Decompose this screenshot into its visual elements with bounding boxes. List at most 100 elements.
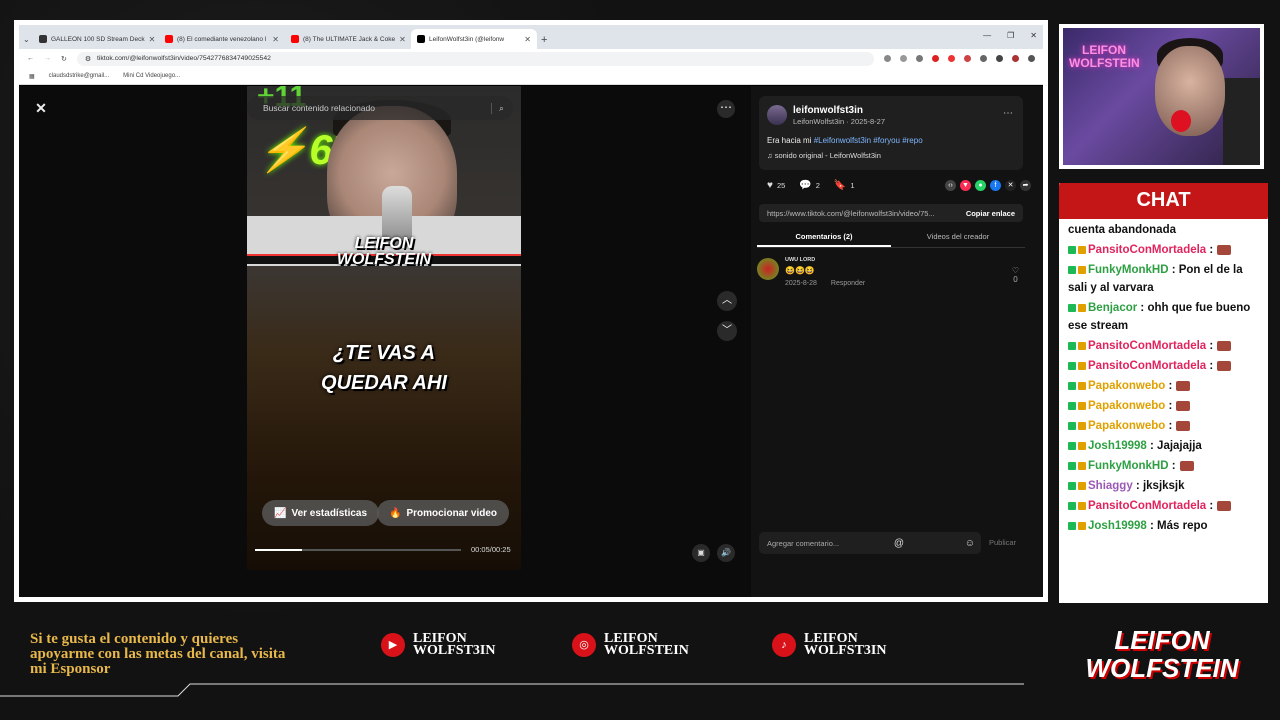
facebook-icon[interactable]: f bbox=[990, 180, 1001, 191]
minimize-icon[interactable]: — bbox=[983, 31, 991, 40]
chat-message: Josh19998 : Jajajajja bbox=[1068, 437, 1264, 455]
chat-username[interactable]: FunkyMonkHD bbox=[1088, 264, 1169, 276]
like-count: 25 bbox=[776, 181, 786, 190]
close-tab-icon[interactable]: ✕ bbox=[272, 35, 279, 44]
forward-icon[interactable]: → bbox=[44, 55, 51, 62]
more-options-icon[interactable]: ⋯ bbox=[717, 100, 735, 118]
pip-icon[interactable]: ▣ bbox=[692, 544, 710, 562]
commenter-name[interactable]: UWU LORD bbox=[785, 257, 815, 263]
chat-username[interactable]: Josh19998 bbox=[1088, 440, 1147, 452]
author-username[interactable]: leifonwolfst3in bbox=[793, 105, 863, 116]
commenter-avatar[interactable] bbox=[757, 258, 779, 280]
browser-tab-active[interactable]: LeifonWolfst3in (@leifonw ✕ bbox=[411, 29, 537, 49]
browser-tab[interactable]: (8) The ULTIMATE Jack & Coke ✕ bbox=[285, 29, 411, 49]
social-name: LEIFON WOLFST3IN bbox=[413, 632, 495, 658]
post-more-icon[interactable]: ⋯ bbox=[1003, 108, 1013, 119]
chat-badge-icon bbox=[1078, 401, 1086, 410]
copy-link-button[interactable]: Copiar enlace bbox=[966, 209, 1015, 218]
video-progress-bar[interactable] bbox=[255, 549, 461, 551]
sponsor-text: Si te gusta el contenido y quieres apoya… bbox=[30, 631, 286, 677]
gmail-extension-icon[interactable] bbox=[964, 55, 971, 62]
related-search-input[interactable]: Buscar contenido relacionado ⌕ bbox=[247, 96, 513, 120]
extension-icon[interactable] bbox=[932, 55, 939, 62]
browser-tab[interactable]: (8) El comediante venezolano l ✕ bbox=[159, 29, 285, 49]
bookmark-star-icon[interactable] bbox=[900, 55, 907, 62]
desc-text: Era hacia mi bbox=[767, 136, 814, 145]
url-field[interactable]: ⚙ tiktok.com/@leifonwolfst3in/video/75427… bbox=[76, 51, 874, 66]
chat-username[interactable]: Papakonwebo bbox=[1088, 420, 1165, 432]
menu-dots-icon[interactable] bbox=[1028, 55, 1035, 62]
volume-icon[interactable]: 🔊 bbox=[717, 544, 735, 562]
chat-username[interactable]: PansitoConMortadela bbox=[1088, 360, 1206, 372]
bookmark-item[interactable]: Mini Cd Videojuego... bbox=[123, 73, 180, 79]
reload-icon[interactable]: ↻ bbox=[61, 55, 67, 63]
chat-username[interactable]: PansitoConMortadela bbox=[1088, 340, 1206, 352]
puzzle-icon[interactable] bbox=[980, 55, 987, 62]
youtube-icon: ▶ bbox=[381, 633, 405, 657]
new-tab-button[interactable]: + bbox=[541, 34, 547, 46]
chat-username[interactable]: PansitoConMortadela bbox=[1088, 244, 1206, 256]
back-icon[interactable]: ← bbox=[27, 55, 34, 62]
extension-icon[interactable] bbox=[916, 55, 923, 62]
x-twitter-icon[interactable]: ✕ bbox=[1005, 180, 1016, 191]
emoji-icon[interactable]: ☺ bbox=[965, 538, 975, 549]
tab-comments[interactable]: Comentarios (2) bbox=[757, 226, 891, 247]
chat-username[interactable]: Shiaggy bbox=[1088, 480, 1133, 492]
add-comment-input[interactable]: Agregar comentario... @ ☺ bbox=[759, 532, 981, 554]
tab-search-icon[interactable]: ⌄ bbox=[23, 35, 33, 44]
comment-tabs: Comentarios (2) Videos del creador bbox=[757, 226, 1025, 248]
previous-video-button[interactable]: ︿ bbox=[717, 291, 737, 311]
publish-button[interactable]: Publicar bbox=[989, 538, 1016, 547]
sound-link[interactable]: ♫ sonido original - LeifonWolfst3in bbox=[767, 151, 881, 160]
author-avatar[interactable] bbox=[767, 105, 787, 125]
repost-icon[interactable]: ▼ bbox=[960, 180, 971, 191]
apps-grid-icon[interactable]: ▦ bbox=[29, 73, 35, 80]
profile-avatar[interactable] bbox=[1012, 55, 1019, 62]
view-stats-button[interactable]: 📈 Ver estadísticas bbox=[262, 500, 380, 526]
chat-username[interactable]: Benjacor bbox=[1088, 302, 1137, 314]
comment-button[interactable]: 💬 2 bbox=[799, 180, 820, 191]
chat-username[interactable]: Papakonwebo bbox=[1088, 380, 1165, 392]
tab-creator-videos[interactable]: Videos del creador bbox=[891, 226, 1025, 247]
site-info-icon[interactable]: ⚙ bbox=[85, 55, 91, 63]
chat-username[interactable]: Josh19998 bbox=[1088, 520, 1147, 532]
logo-line: WOLFSTEIN bbox=[1085, 653, 1239, 683]
close-tab-icon[interactable]: ✕ bbox=[399, 35, 406, 44]
chat-username[interactable]: Papakonwebo bbox=[1088, 400, 1165, 412]
extension-icon[interactable] bbox=[948, 55, 955, 62]
like-button[interactable]: ♥ 25 bbox=[767, 180, 785, 191]
embed-icon[interactable]: ‹› bbox=[945, 180, 956, 191]
comment-like-button[interactable]: ♡ 0 bbox=[1012, 266, 1019, 284]
whatsapp-icon[interactable]: ● bbox=[975, 180, 986, 191]
browser-tab[interactable]: GALLEON 100 SD Stream Deck ✕ bbox=[33, 29, 159, 49]
author-subline: LeifonWolfst3in · 2025-8-27 bbox=[793, 117, 885, 126]
close-video-icon[interactable]: ✕ bbox=[33, 100, 49, 116]
close-tab-icon[interactable]: ✕ bbox=[149, 35, 156, 44]
close-tab-icon[interactable]: ✕ bbox=[524, 35, 531, 44]
hashtags-link[interactable]: #Leifonwolfst3in #foryou #repo bbox=[814, 136, 923, 145]
video-link-field[interactable]: https://www.tiktok.com/@leifonwolfst3in/… bbox=[759, 204, 1023, 222]
microphone-icon bbox=[1171, 110, 1191, 132]
video-player[interactable]: +11 ⚡67 LEIFONWOLFSTEIN ¿TE VAS AQUEDAR … bbox=[247, 86, 521, 570]
chart-icon: 📈 bbox=[274, 507, 287, 519]
save-button[interactable]: 🔖 1 bbox=[834, 180, 855, 191]
tiktok-page: ✕ +11 ⚡67 LEIFONWOLFSTEIN ¿TE VAS AQUEDA… bbox=[19, 86, 1043, 597]
bookmark-item[interactable]: claudsdstrike@gmail... bbox=[49, 73, 109, 79]
share-arrow-icon[interactable]: ➦ bbox=[1020, 180, 1031, 191]
chat-username[interactable]: FunkyMonkHD bbox=[1088, 460, 1169, 472]
extension-icon[interactable] bbox=[996, 55, 1003, 62]
chat-panel: CHAT cuenta abandonada PansitoConMortadel… bbox=[1059, 183, 1268, 603]
maximize-icon[interactable]: ❐ bbox=[1007, 31, 1014, 40]
chat-text: : bbox=[1206, 500, 1214, 512]
next-video-button[interactable]: ﹀ bbox=[717, 321, 737, 341]
chat-message: Benjacor : ohh que fue bueno ese stream bbox=[1068, 299, 1264, 335]
close-window-icon[interactable]: ✕ bbox=[1030, 31, 1037, 40]
search-icon[interactable]: ⌕ bbox=[491, 102, 505, 114]
chat-text: : Más repo bbox=[1146, 520, 1208, 532]
promote-video-button[interactable]: 🔥 Promocionar video bbox=[377, 500, 510, 526]
reply-button[interactable]: Responder bbox=[831, 280, 865, 287]
mention-icon[interactable]: @ bbox=[894, 538, 904, 549]
comment-text: 😆😆😆 bbox=[785, 266, 815, 275]
extension-icon[interactable] bbox=[884, 55, 891, 62]
chat-username[interactable]: PansitoConMortadela bbox=[1088, 500, 1206, 512]
